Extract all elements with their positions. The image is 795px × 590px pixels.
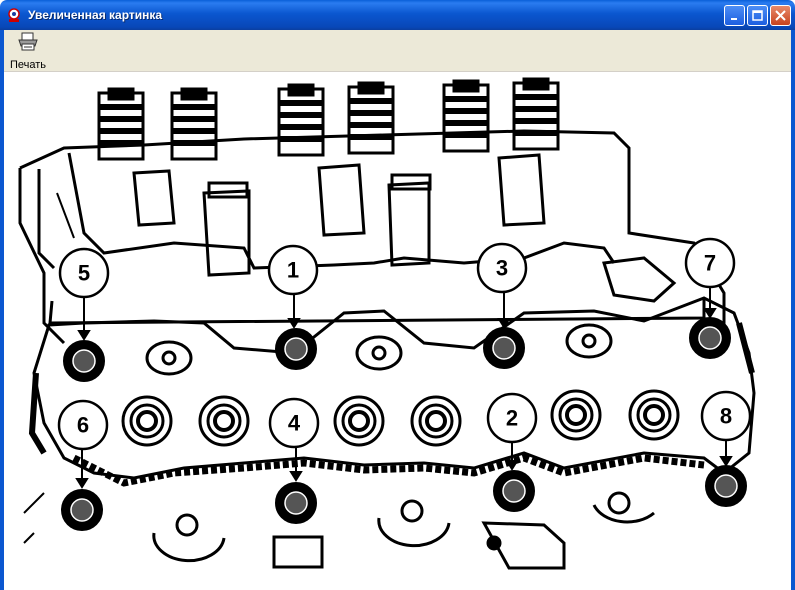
callout-5: 5 bbox=[78, 261, 90, 286]
head-gasket-surface bbox=[28, 296, 756, 487]
combustion-ports bbox=[121, 323, 680, 447]
callout-7: 7 bbox=[704, 251, 716, 276]
callout-6: 6 bbox=[77, 413, 89, 438]
window-controls bbox=[724, 5, 791, 26]
lower-features bbox=[23, 491, 655, 570]
print-button[interactable]: Печать bbox=[7, 32, 49, 71]
minimize-button[interactable] bbox=[724, 5, 745, 26]
maximize-icon bbox=[752, 10, 763, 21]
callout-8: 8 bbox=[720, 404, 732, 429]
window-title: Увеличенная картинка bbox=[28, 8, 163, 22]
callout-leaders bbox=[75, 285, 733, 489]
image-canvas: 1 2 3 4 5 6 7 8 bbox=[4, 73, 791, 590]
valve-springs bbox=[97, 77, 560, 161]
maximize-button[interactable] bbox=[747, 5, 768, 26]
app-icon bbox=[6, 7, 22, 23]
print-label: Печать bbox=[9, 59, 47, 71]
callout-3: 3 bbox=[496, 256, 508, 281]
window-border-right bbox=[791, 30, 795, 590]
printer-icon bbox=[17, 32, 39, 57]
close-icon bbox=[775, 10, 786, 21]
minimize-icon bbox=[730, 17, 737, 20]
close-button[interactable] bbox=[770, 5, 791, 26]
callout-1: 1 bbox=[287, 258, 299, 283]
callout-2: 2 bbox=[506, 406, 518, 431]
callout-4: 4 bbox=[288, 411, 301, 436]
cylinder-head-diagram: 1 2 3 4 5 6 7 8 bbox=[18, 77, 756, 570]
title-bar: Увеличенная картинка bbox=[0, 0, 795, 30]
toolbar: Печать bbox=[4, 30, 791, 72]
